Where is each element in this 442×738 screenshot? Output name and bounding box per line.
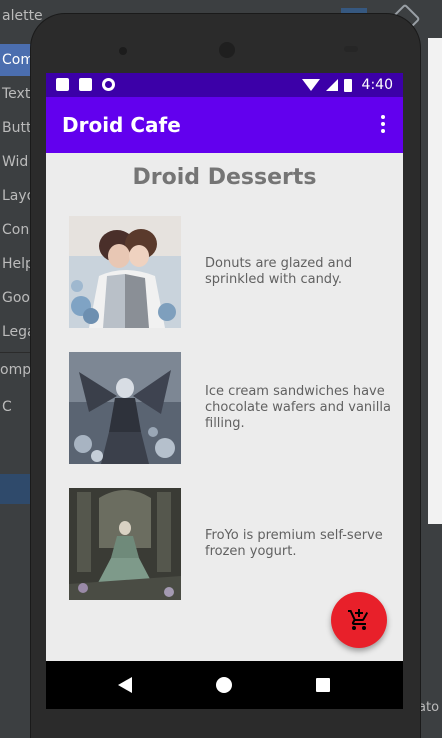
component-tree-label: omp (0, 362, 32, 378)
ice-cream-sandwich-description: Ice cream sandwiches have chocolate wafe… (205, 384, 391, 431)
phone-screen: 4:40 Droid Cafe Droid Desserts Donuts ar… (46, 73, 403, 709)
page-heading: Droid Desserts (132, 165, 317, 190)
list-item-froyo: FroYo is premium self-serve frozen yogur… (69, 488, 389, 600)
wifi-icon (301, 79, 320, 91)
app-bar: Droid Cafe (46, 97, 403, 153)
add-shopping-cart-icon (348, 609, 369, 630)
ice-cream-sandwich-image[interactable] (69, 352, 181, 464)
ide-bottom-label: ato (418, 700, 440, 715)
froyo-description: FroYo is premium self-serve frozen yogur… (205, 528, 383, 559)
donut-image[interactable] (69, 216, 181, 328)
list-item-ice-cream-sandwich: Ice cream sandwiches have chocolate wafe… (69, 352, 391, 464)
add-shopping-cart-button[interactable] (331, 592, 387, 648)
navigation-bar (46, 661, 403, 709)
signal-icon (325, 79, 338, 91)
froyo-image[interactable] (69, 488, 181, 600)
home-icon[interactable] (216, 677, 232, 693)
attributes-panel (428, 38, 442, 524)
recents-icon[interactable] (316, 678, 330, 692)
back-icon[interactable] (118, 677, 132, 693)
front-camera (119, 47, 127, 55)
status-time: 4:40 (361, 77, 393, 93)
list-item-donut: Donuts are glazed and sprinkled with can… (69, 216, 389, 328)
proximity-sensor (344, 46, 358, 52)
sd-card-icon (79, 78, 92, 91)
notification-icon (56, 78, 69, 91)
app-title: Droid Cafe (62, 113, 181, 137)
sync-icon (102, 78, 115, 91)
earpiece-speaker (219, 42, 235, 58)
status-bar: 4:40 (46, 73, 403, 97)
more-vert-icon[interactable] (377, 115, 389, 135)
battery-icon (343, 78, 352, 92)
donut-description: Donuts are glazed and sprinkled with can… (205, 256, 353, 287)
